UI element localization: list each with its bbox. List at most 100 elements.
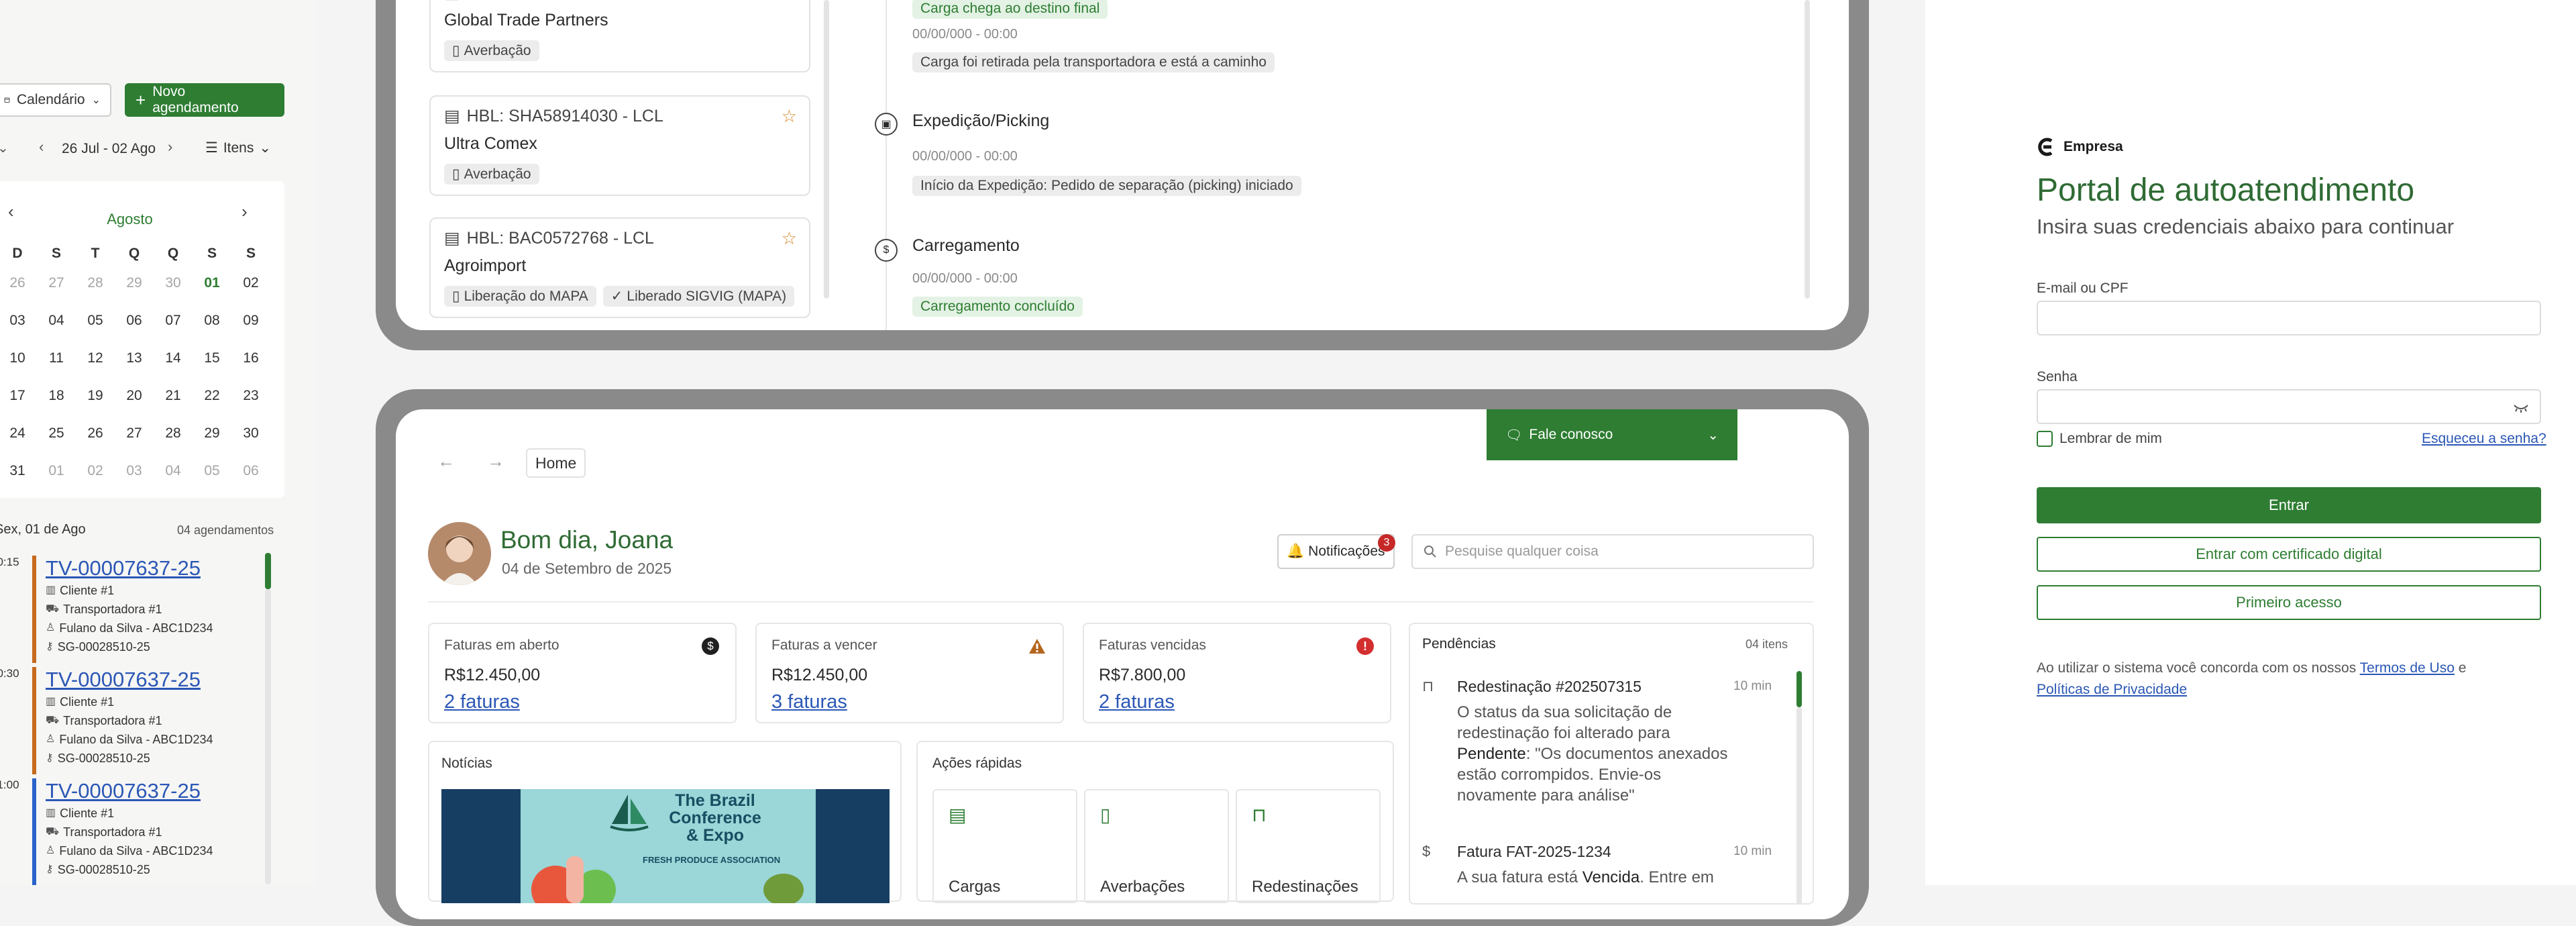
calendar-day[interactable]: 09 xyxy=(237,313,264,329)
terms-link[interactable]: Termos de Uso xyxy=(2360,660,2455,676)
timeline-date: 00/00/000 - 00:00 xyxy=(912,27,1018,42)
calendar-day[interactable]: 16 xyxy=(237,350,264,366)
calendar-day[interactable]: 14 xyxy=(160,350,186,366)
remember-checkbox[interactable] xyxy=(2037,431,2053,447)
kpi-link[interactable]: 3 faturas xyxy=(771,691,847,713)
calendar-day[interactable]: 05 xyxy=(199,463,225,479)
calendar-day[interactable]: 11 xyxy=(43,350,70,366)
calendar-day[interactable]: 28 xyxy=(82,275,109,291)
appointment-card[interactable]: TV-00007637-25 ▥ Cliente #1 ⛟ Transportadora… xyxy=(32,778,267,885)
email-field[interactable] xyxy=(2037,301,2541,336)
star-icon[interactable]: ☆ xyxy=(782,228,797,249)
weekday-header: S xyxy=(51,246,61,261)
calendar-day[interactable]: 17 xyxy=(4,388,31,404)
eye-off-icon[interactable] xyxy=(2513,403,2529,413)
calendar-day[interactable]: 03 xyxy=(121,463,148,479)
privacy-link[interactable]: Políticas de Privacidade xyxy=(2037,682,2187,697)
calendar-day[interactable]: 20 xyxy=(121,388,148,404)
calendar-day[interactable]: 01 xyxy=(199,275,225,291)
calendar-day[interactable]: 12 xyxy=(82,350,109,366)
news-title: Notícias xyxy=(441,756,492,771)
calendar-day[interactable]: 15 xyxy=(199,350,225,366)
timeline-scrollbar[interactable] xyxy=(1805,0,1810,299)
calendar-day[interactable]: 19 xyxy=(82,388,109,404)
calendar-day[interactable]: 29 xyxy=(199,425,225,442)
appointment-carrier: ⛟ Transportadora #1 xyxy=(46,600,267,619)
next-week-button[interactable]: › xyxy=(168,138,172,156)
shipment-card[interactable]: ▤ HBL: SHA58914030 - LCL ☆ Ultra Comex ▯ Aver… xyxy=(429,95,810,196)
calendar-day[interactable]: 13 xyxy=(121,350,148,366)
calendar-day[interactable]: 22 xyxy=(199,388,225,404)
news-banner[interactable]: The Brazil Conference & Expo FRESH PRODUCE… xyxy=(441,789,890,903)
calendar-day[interactable]: 01 xyxy=(43,463,70,479)
pending-scrollbar-track[interactable] xyxy=(1796,707,1802,903)
calendar-day[interactable]: 24 xyxy=(4,425,31,442)
notifications-button[interactable]: 🔔 Notificações xyxy=(1277,534,1395,569)
calendar-day[interactable]: 25 xyxy=(43,425,70,442)
view-select[interactable]: Calendário ⌄ xyxy=(0,83,111,117)
breadcrumb[interactable]: Home xyxy=(526,448,586,478)
shipment-tag: ▯ Liberação do MAPA xyxy=(444,286,596,307)
calendar-day[interactable]: 04 xyxy=(43,313,70,329)
shipments-scrollbar[interactable] xyxy=(824,0,829,299)
prev-week-button[interactable]: ‹ xyxy=(39,138,44,156)
calendar-day[interactable]: 18 xyxy=(43,388,70,404)
certificate-login-button[interactable]: Entrar com certificado digital xyxy=(2037,537,2541,572)
building-icon: ▥ xyxy=(46,807,56,819)
notifications-badge: 3 xyxy=(1378,534,1395,552)
calendar-day[interactable]: 02 xyxy=(82,463,109,479)
calendar-day[interactable]: 27 xyxy=(121,425,148,442)
calendar-day[interactable]: 31 xyxy=(4,463,31,479)
calendar-day[interactable]: 30 xyxy=(160,275,186,291)
next-month-button[interactable]: › xyxy=(241,201,248,222)
calendar-day[interactable]: 05 xyxy=(82,313,109,329)
back-button[interactable]: ← xyxy=(437,451,455,472)
kpi-link[interactable]: 2 faturas xyxy=(1099,691,1175,713)
chevron-down-icon[interactable]: ⌄ xyxy=(0,140,9,156)
calendar-day[interactable]: 04 xyxy=(160,463,186,479)
avatar[interactable] xyxy=(428,522,491,585)
forward-button[interactable]: → xyxy=(487,451,504,472)
calendar-day[interactable]: 08 xyxy=(199,313,225,329)
appointment-ref: ⚷ SG-00028510-25 xyxy=(46,637,267,656)
chat-button[interactable]: 🗨 Fale conosco ⌄ xyxy=(1487,409,1737,460)
calendar-day[interactable]: 06 xyxy=(121,313,148,329)
password-field[interactable] xyxy=(2037,389,2541,424)
items-select[interactable]: ☰ Itens ⌄ xyxy=(205,140,271,156)
calendar-day[interactable]: 30 xyxy=(237,425,264,442)
calendar-day[interactable]: 28 xyxy=(160,425,186,442)
appointment-card[interactable]: TV-00007637-25 ▥ Cliente #1 ⛟ Transportadora… xyxy=(32,667,267,774)
appointment-code[interactable]: TV-00007637-25 xyxy=(46,778,267,804)
calendar-day[interactable]: 07 xyxy=(160,313,186,329)
calendar-day[interactable]: 26 xyxy=(4,275,31,291)
calendar-day[interactable]: 02 xyxy=(237,275,264,291)
login-button[interactable]: Entrar xyxy=(2037,487,2541,523)
calendar-day[interactable]: 23 xyxy=(237,388,264,404)
new-appointment-label: Novo agendamento xyxy=(152,84,239,115)
shipment-card[interactable]: ▤HBL: OOL02762703300 - LCL ☆ Global Trade … xyxy=(429,0,810,72)
calendar-day[interactable]: 10 xyxy=(4,350,31,366)
pending-scrollbar-thumb[interactable] xyxy=(1796,671,1802,707)
search-icon xyxy=(1424,546,1436,558)
calendar-day[interactable]: 29 xyxy=(121,275,148,291)
star-icon[interactable]: ☆ xyxy=(782,106,797,127)
calendar-day[interactable]: 26 xyxy=(82,425,109,442)
calendar-day[interactable]: 27 xyxy=(43,275,70,291)
appointment-code[interactable]: TV-00007637-25 xyxy=(46,556,267,581)
quick-action-cargas[interactable]: ▤ Cargas xyxy=(932,789,1077,903)
search-input[interactable]: Pesquise qualquer coisa xyxy=(1411,534,1814,569)
appointment-code[interactable]: TV-00007637-25 xyxy=(46,667,267,692)
pending-item-title: Fatura FAT-2025-1234 xyxy=(1457,843,1611,860)
quick-action-averbacoes[interactable]: ▯ Averbações xyxy=(1084,789,1229,903)
first-access-button[interactable]: Primeiro acesso xyxy=(2037,585,2541,620)
kpi-link[interactable]: 2 faturas xyxy=(444,691,520,713)
new-appointment-button[interactable]: + Novo agendamento xyxy=(125,83,284,117)
calendar-day[interactable]: 21 xyxy=(160,388,186,404)
shipment-card[interactable]: ▤ HBL: BAC0572768 - LCL ☆ Agroimport ▯ Libera… xyxy=(429,217,810,318)
star-icon[interactable]: ☆ xyxy=(782,0,797,3)
forgot-password-link[interactable]: Esqueceu a senha? xyxy=(2422,431,2546,447)
quick-action-redestinacoes[interactable]: ⊓ Redestinações xyxy=(1236,789,1381,903)
calendar-day[interactable]: 06 xyxy=(237,463,264,479)
appointment-card[interactable]: TV-00007637-25 ▥ Cliente #1 ⛟ Transportadora… xyxy=(32,556,267,663)
calendar-day[interactable]: 03 xyxy=(4,313,31,329)
